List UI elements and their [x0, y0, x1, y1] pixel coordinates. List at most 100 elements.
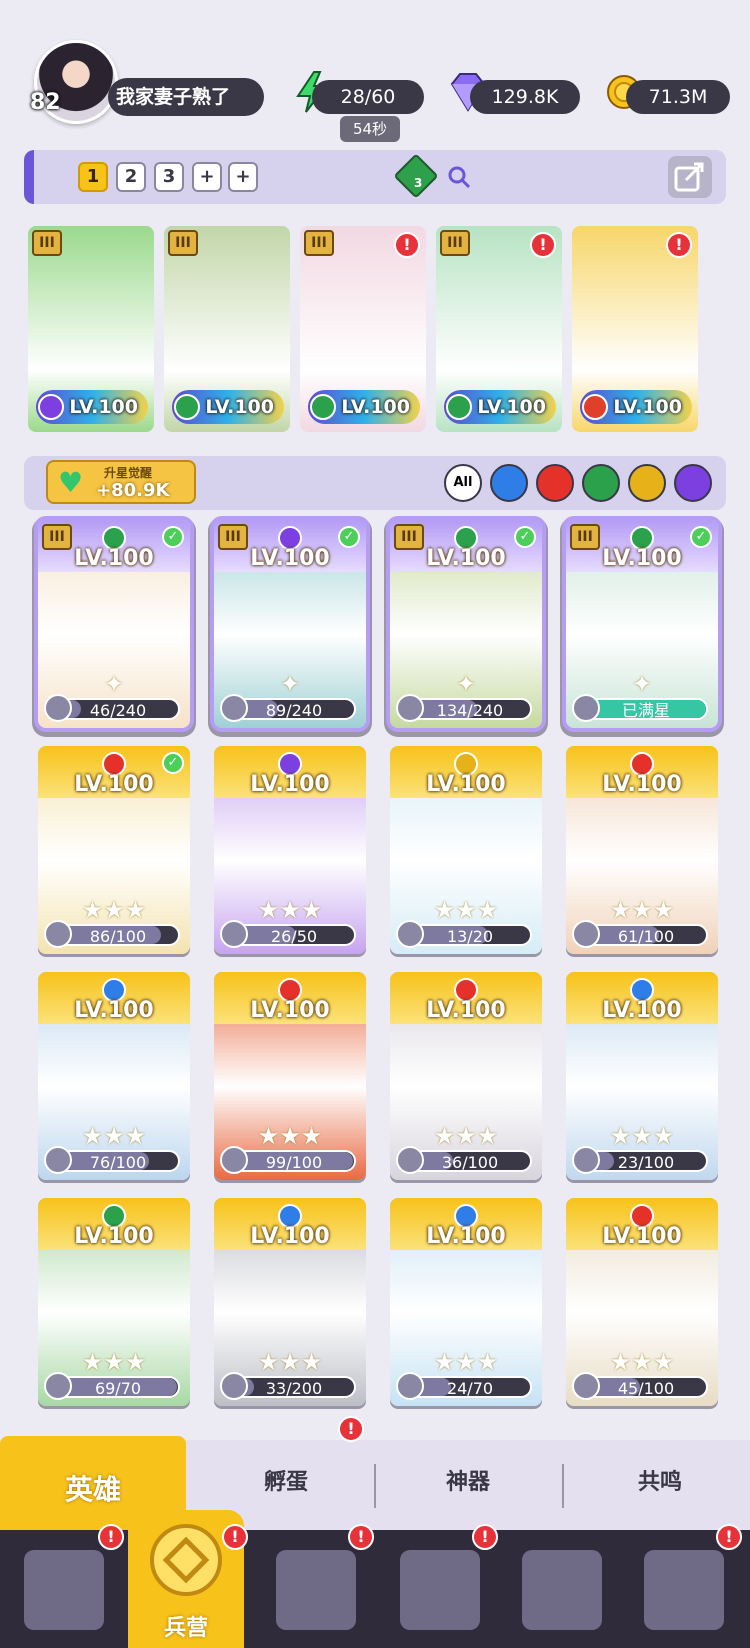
progress-text: 13/20: [446, 927, 494, 946]
share-button[interactable]: [668, 156, 712, 198]
check-icon: ✓: [162, 526, 184, 548]
nav-cards-icon[interactable]: [24, 1550, 104, 1630]
top-bar: 82 我家妻子熟了 + 28/60 54秒 + 129.8K + 71.3M: [0, 40, 750, 142]
progress-text: 46/240: [89, 701, 147, 720]
progress-text: 69/70: [94, 1379, 142, 1398]
hero-card[interactable]: III ✓ LV.100 ✦ 已满星: [566, 520, 718, 728]
progress-text: 23/100: [617, 1153, 675, 1172]
shard-progress: 46/240: [56, 698, 180, 720]
shard-progress: 61/100: [584, 924, 708, 946]
hero-card[interactable]: LV.100 ★★★ 76/100: [38, 972, 190, 1180]
progress-text: 86/100: [89, 927, 147, 946]
hero-level: LV.100: [74, 998, 154, 1023]
hero-level: LV.100: [250, 772, 330, 797]
team-hero-card[interactable]: III LV.100: [164, 226, 290, 432]
hero-card[interactable]: III ✓ LV.100 ✦ 46/240: [38, 520, 190, 728]
filter-water-icon[interactable]: [490, 464, 528, 502]
hero-level: LV.100: [426, 772, 506, 797]
team-gem-count: 3: [414, 176, 423, 190]
shard-icon: [396, 920, 424, 948]
shard-icon: [44, 920, 72, 948]
shard-icon: [44, 1146, 72, 1174]
hero-level: LV.100: [74, 1224, 154, 1249]
hero-level: LV.100: [426, 1224, 506, 1249]
alert-icon: !: [530, 232, 556, 258]
shard-progress: 13/20: [408, 924, 532, 946]
hero-card[interactable]: LV.100 ★★★ 61/100: [566, 746, 718, 954]
sub-tab-bar: 英雄 孵蛋 ! 神器 共鸣: [0, 1416, 750, 1530]
nav-journal-icon[interactable]: [276, 1550, 356, 1630]
nav-castle-icon[interactable]: [400, 1550, 480, 1630]
hero-card[interactable]: LV.100 ★★★ 24/70: [390, 1198, 542, 1406]
team-hero-card[interactable]: III LV.100: [28, 226, 154, 432]
hatch-alert-icon: !: [338, 1416, 364, 1442]
gem-value: 129.8K: [470, 80, 580, 114]
search-icon[interactable]: [446, 164, 472, 190]
filter-wind-icon[interactable]: [582, 464, 620, 502]
hero-card[interactable]: ✓ LV.100 ★★★ 86/100: [38, 746, 190, 954]
element-icon: [582, 394, 608, 420]
energy-value: 28/60: [312, 80, 424, 114]
progress-text: 26/50: [270, 927, 318, 946]
hero-card[interactable]: III ✓ LV.100 ✦ 89/240: [214, 520, 366, 728]
team-hero-card[interactable]: III! LV.100: [300, 226, 426, 432]
hero-card[interactable]: LV.100 ★★★ 13/20: [390, 746, 542, 954]
hero-card[interactable]: LV.100 ★★★ 99/100: [214, 972, 366, 1180]
team-tab-2[interactable]: 2: [116, 162, 146, 192]
rank-badge: III: [168, 230, 198, 256]
hero-card[interactable]: LV.100 ★★★ 33/200: [214, 1198, 366, 1406]
progress-text: 134/240: [436, 701, 504, 720]
team-tab-3[interactable]: 3: [154, 162, 184, 192]
awakening-button[interactable]: ♥ 升星觉醒 +80.9K: [46, 460, 196, 504]
rank-badge: III: [304, 230, 334, 256]
team-hero-card[interactable]: ! LV.100: [572, 226, 698, 432]
shard-progress: 33/200: [232, 1376, 356, 1398]
hero-card[interactable]: LV.100 ★★★ 26/50: [214, 746, 366, 954]
team-hero-card[interactable]: III! LV.100: [436, 226, 562, 432]
filter-dark-icon[interactable]: [674, 464, 712, 502]
progress-text: 89/240: [265, 701, 323, 720]
progress-text: 已满星: [621, 701, 670, 720]
filter-bar: ♥ 升星觉醒 +80.9K All: [24, 456, 726, 510]
team-add-tab[interactable]: +: [192, 162, 222, 192]
progress-text: 61/100: [617, 927, 675, 946]
hero-level: LV.100: [74, 772, 154, 797]
progress-text: 33/200: [265, 1379, 323, 1398]
shard-progress: 86/100: [56, 924, 180, 946]
hero-card[interactable]: LV.100 ★★★ 69/70: [38, 1198, 190, 1406]
rank-badge: III: [32, 230, 62, 256]
nav-alert-icon: !: [98, 1524, 124, 1550]
tab-resonance[interactable]: 共鸣: [570, 1464, 750, 1496]
hero-card[interactable]: LV.100 ★★★ 36/100: [390, 972, 542, 1180]
heart-icon: ♥: [58, 466, 84, 499]
progress-text: 76/100: [89, 1153, 147, 1172]
hero-level: LV.100: [602, 546, 682, 571]
hero-card[interactable]: LV.100 ★★★ 45/100: [566, 1198, 718, 1406]
team-add-tab[interactable]: +: [228, 162, 258, 192]
hero-card[interactable]: III ✓ LV.100 ✦ 134/240: [390, 520, 542, 728]
check-icon: ✓: [514, 526, 536, 548]
awakening-label: 升星觉醒: [104, 466, 153, 480]
filter-all[interactable]: All: [444, 464, 482, 502]
rank-badge: III: [440, 230, 470, 256]
progress-text: 24/70: [446, 1379, 494, 1398]
check-icon: ✓: [690, 526, 712, 548]
tab-hatch[interactable]: 孵蛋: [196, 1464, 376, 1496]
hero-card[interactable]: LV.100 ★★★ 23/100: [566, 972, 718, 1180]
hero-level: LV.100: [74, 546, 154, 571]
shard-icon: [44, 694, 72, 722]
team-tab-1[interactable]: 1: [78, 162, 108, 192]
filter-light-icon[interactable]: [628, 464, 666, 502]
filter-fire-icon[interactable]: [536, 464, 574, 502]
shard-progress: 36/100: [408, 1150, 532, 1172]
progress-text: 45/100: [617, 1379, 675, 1398]
divider: [374, 1464, 376, 1508]
awakening-value: +80.9K: [96, 480, 170, 501]
hero-level: LV.100: [250, 546, 330, 571]
hero-level: LV.100: [426, 546, 506, 571]
shard-icon: [44, 1372, 72, 1400]
nav-banner-icon[interactable]: [644, 1550, 724, 1630]
tab-artifacts[interactable]: 神器: [378, 1464, 558, 1496]
nav-guild-icon[interactable]: [522, 1550, 602, 1630]
player-name[interactable]: 我家妻子熟了: [108, 78, 264, 116]
